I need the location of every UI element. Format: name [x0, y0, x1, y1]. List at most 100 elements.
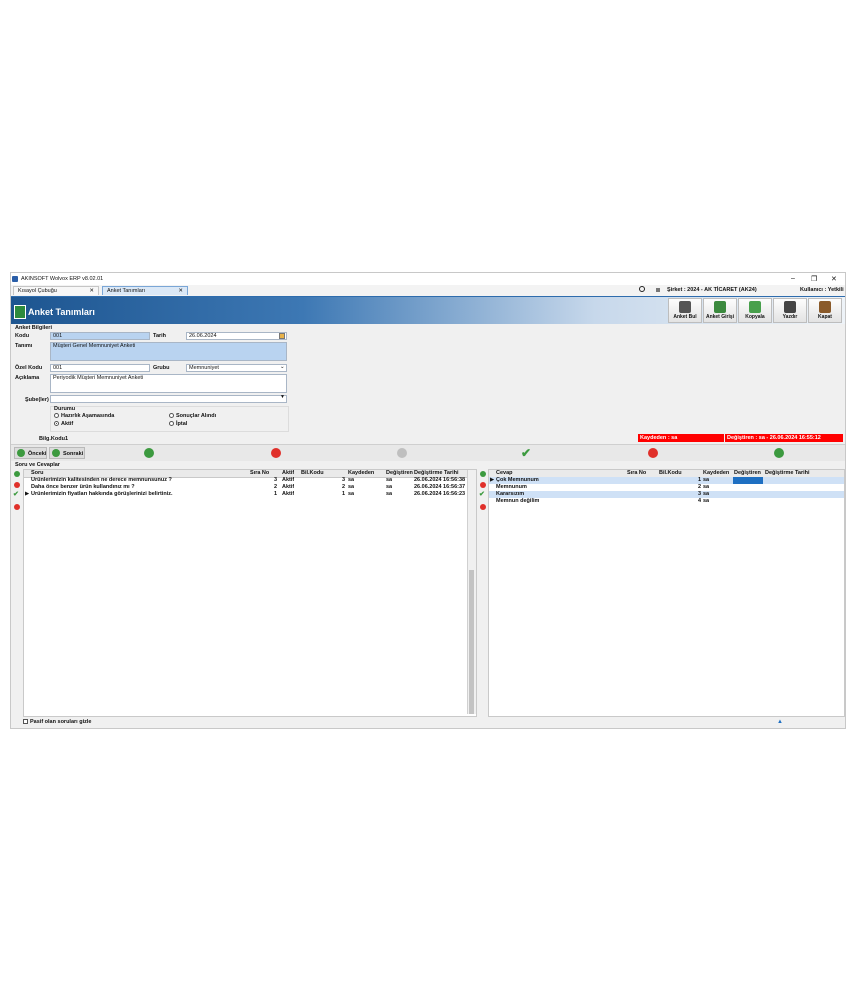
cell-kaydeden: sa: [348, 477, 355, 483]
cell-sira: 2: [274, 484, 278, 490]
col-bil-kodu[interactable]: Bil.Kodu: [659, 470, 682, 477]
delete-record-icon[interactable]: [271, 448, 281, 458]
radio-label: Sonuçlar Alındı: [176, 413, 217, 419]
next-button[interactable]: Sonraki: [49, 447, 85, 459]
cell-sira: 1: [274, 491, 278, 497]
search-icon[interactable]: [639, 286, 645, 292]
edit-record-icon[interactable]: [397, 448, 407, 458]
previous-button[interactable]: Önceki: [14, 447, 47, 459]
tab-anket-tanimlari[interactable]: Anket Tanımları ✕: [102, 286, 188, 295]
tab-close-icon[interactable]: ✕: [178, 287, 183, 296]
kopyala-button[interactable]: Kopyala: [738, 298, 772, 323]
cell-soru: Ürünlerimizin fiyatları hakkında görüşle…: [31, 491, 173, 497]
radio-label: Hazırlık Aşamasında: [61, 413, 115, 419]
subeler-select[interactable]: [50, 395, 287, 403]
copy-icon: [749, 301, 761, 313]
yazdir-button[interactable]: Yazdır: [773, 298, 807, 323]
col-sira-no[interactable]: Sıra No: [250, 470, 269, 477]
cell-tarih: 26.06.2024 16:56:37: [414, 484, 466, 490]
cell-aktif: Aktif: [282, 491, 295, 497]
col-kaydeden[interactable]: Kaydeden: [348, 470, 374, 477]
list-item[interactable]: Memnun değilim 4 sa: [489, 498, 844, 505]
col-cevap[interactable]: Cevap: [496, 470, 513, 477]
list-item[interactable]: ▶ Çok Memnunum 1 sa: [489, 477, 844, 484]
tab-kisayol[interactable]: Kısayol Çubuğu ✕: [13, 286, 99, 295]
delete-answer-icon[interactable]: [480, 482, 486, 488]
cancel-answer-icon[interactable]: [480, 504, 486, 510]
calendar-icon[interactable]: [279, 333, 285, 339]
tab-close-icon[interactable]: ✕: [89, 287, 94, 296]
col-degistirme-tarihi[interactable]: Değiştirme Tarihi: [765, 470, 810, 477]
add-question-icon[interactable]: [14, 471, 20, 477]
col-degistirme-tarihi[interactable]: Değiştirme Tarihi: [414, 470, 459, 477]
cell-kaydeden: sa: [703, 491, 710, 497]
cancel-question-icon[interactable]: [14, 504, 20, 510]
tanimi-label: Tanımı: [15, 343, 33, 349]
anket-bul-button[interactable]: Anket Bul: [668, 298, 702, 323]
anket-girisi-button[interactable]: Anket Girişi: [703, 298, 737, 323]
table-row[interactable]: ▶ Ürünlerimizin fiyatları hakkında görüş…: [24, 491, 476, 498]
cell-bil: 4: [698, 498, 702, 504]
restore-button[interactable]: ❐: [811, 275, 817, 283]
cell-bil: 1: [342, 491, 346, 497]
close-window-button[interactable]: ✕: [831, 275, 837, 283]
radio-aktif[interactable]: Aktif: [54, 421, 73, 427]
cell-degistiren: sa: [386, 477, 393, 483]
row-pointer-icon: ▶: [490, 477, 495, 483]
kodu-field[interactable]: 001: [50, 332, 150, 340]
minimize-button[interactable]: –: [791, 275, 795, 282]
chevron-down-icon[interactable]: ⌄: [280, 364, 285, 370]
section-soru-cevaplar: Soru ve Cevaplar: [15, 462, 60, 468]
col-sira-no[interactable]: Sıra No: [627, 470, 646, 477]
table-row[interactable]: Ürünlerimizin kalitesinden ne derece mem…: [24, 477, 476, 484]
cell-cevap: Çok Memnunum: [496, 477, 539, 483]
questions-grid: Soru Sıra No Aktif Bil.Kodu Kaydeden Değ…: [23, 469, 477, 717]
kapat-button[interactable]: Kapat: [808, 298, 842, 323]
tarih-field[interactable]: 26.06.2024: [186, 332, 287, 340]
tanimi-field[interactable]: Müşteri Genel Memnuniyet Anketi: [50, 342, 287, 361]
arrow-left-icon: [17, 449, 25, 457]
check-answer-icon[interactable]: ✔: [479, 490, 485, 498]
arrow-right-icon: [52, 449, 60, 457]
durum-label: Durumu: [54, 406, 76, 412]
ozel-kodu-field[interactable]: 001: [50, 364, 150, 372]
aciklama-field[interactable]: Periyodik Müşteri Memnuniyet Anketi: [50, 374, 287, 393]
list-item[interactable]: Kararsızım 3 sa: [489, 491, 844, 498]
col-degistiren[interactable]: Değiştiren: [734, 470, 761, 477]
pasif-checkbox[interactable]: Pasif olan soruları gizle: [23, 719, 91, 725]
radio-iptal[interactable]: İptal: [169, 421, 187, 427]
col-degistiren[interactable]: Değiştiren: [386, 470, 413, 477]
cell-aktif: Aktif: [282, 484, 295, 490]
radio-hazirlik[interactable]: Hazırlık Aşamasında: [54, 413, 114, 419]
chevron-down-icon[interactable]: ▼: [280, 394, 285, 400]
col-aktif[interactable]: Aktif: [282, 470, 294, 477]
grubu-select[interactable]: Memnuniyet: [186, 364, 287, 372]
tab-label: Anket Tanımları: [107, 288, 146, 294]
app-title: AKINSOFT Wolvox ERP v8.02.01: [21, 276, 104, 282]
cell-degistiren-selected[interactable]: [733, 477, 763, 484]
check-question-icon[interactable]: ✔: [13, 490, 19, 498]
col-bil-kodu[interactable]: Bil.Kodu: [301, 470, 324, 477]
camera-icon: [679, 301, 691, 313]
delete-question-icon[interactable]: [14, 482, 20, 488]
refresh-icon[interactable]: [774, 448, 784, 458]
section-anket-bilgileri: Anket Bilgileri: [15, 325, 52, 331]
radio-icon: [169, 421, 174, 427]
col-soru[interactable]: Soru: [31, 470, 44, 477]
table-row[interactable]: Daha önce benzer ürün kullandınız mı ? 2…: [24, 484, 476, 491]
save-check-icon[interactable]: ✔: [521, 446, 531, 460]
cell-bil: 3: [698, 491, 702, 497]
radio-icon: [54, 413, 59, 419]
vertical-scrollbar[interactable]: [467, 470, 476, 714]
kaydeden-text: Kaydeden : sa: [640, 435, 678, 441]
add-answer-icon[interactable]: [480, 471, 486, 477]
scrollbar-thumb[interactable]: [469, 570, 474, 714]
radio-sonuclar[interactable]: Sonuçlar Alındı: [169, 413, 216, 419]
col-kaydeden[interactable]: Kaydeden: [703, 470, 729, 477]
anket-girisi-label: Anket Girişi: [705, 314, 735, 320]
add-record-icon[interactable]: [144, 448, 154, 458]
triangle-up-icon[interactable]: ▲: [777, 719, 783, 725]
cancel-icon[interactable]: [648, 448, 658, 458]
list-item[interactable]: Memnunum 2 sa: [489, 484, 844, 491]
cell-soru: Daha önce benzer ürün kullandınız mı ?: [31, 484, 135, 490]
